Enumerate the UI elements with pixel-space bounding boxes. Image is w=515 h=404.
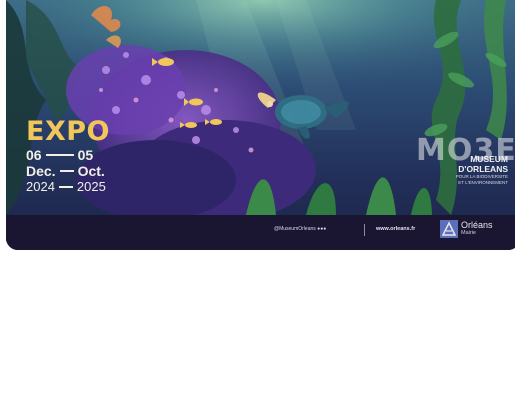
date-years: 2024 2025 (26, 179, 110, 195)
end-day: 05 (77, 147, 94, 163)
date-dash (45, 154, 74, 156)
end-month: Oct. (77, 163, 105, 179)
start-year: 2024 (26, 179, 55, 194)
footer-bar (6, 215, 515, 250)
social-handle-text: @MuseumOrleans (274, 226, 316, 232)
city-emblem-icon (440, 220, 458, 238)
city-logo: Orléans Mairie (440, 220, 493, 238)
social-handle: @MuseumOrleans ●●● (274, 226, 326, 232)
city-name: Orléans (461, 220, 493, 230)
expo-dates-block: EXPO 06 05 Dec. Oct. 2024 2025 (26, 117, 110, 195)
city-role: Mairie (461, 230, 476, 236)
date-dash (59, 170, 74, 172)
date-months: Dec. Oct. (26, 163, 110, 179)
start-month: Dec. (26, 163, 56, 179)
date-days: 06 05 (26, 147, 110, 163)
footer-divider (364, 224, 365, 236)
start-day: 06 (26, 147, 42, 163)
museum-tagline-line2: ET L'ENVIRONNEMENT (458, 180, 508, 185)
website-link[interactable]: www.orleans.fr (376, 226, 415, 232)
end-year: 2025 (76, 179, 106, 194)
expo-title: EXPO (26, 116, 111, 147)
date-dash (58, 186, 73, 188)
museum-logo: MO3E MUSEUM D'ORLEANS POUR LA BIODIVERSI… (416, 136, 515, 186)
linkedin-icon: ● (323, 226, 327, 232)
